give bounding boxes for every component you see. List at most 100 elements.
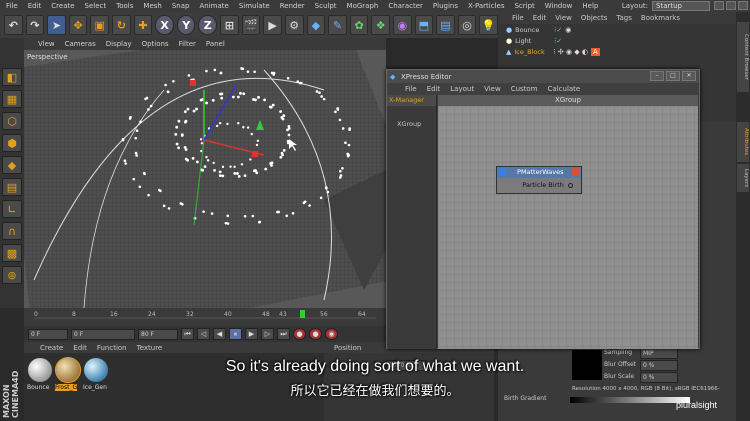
xpresso-menu-edit[interactable]: Edit xyxy=(427,85,441,93)
next-key-icon[interactable]: ▷ xyxy=(261,328,274,340)
material-menu-edit[interactable]: Edit xyxy=(73,344,87,352)
viewport-menu-filter[interactable]: Filter xyxy=(179,40,196,48)
xpresso-menu-file[interactable]: File xyxy=(405,85,417,93)
axis-z-button[interactable]: Z xyxy=(198,15,218,35)
workplane-icon[interactable]: ▩ xyxy=(2,244,22,262)
menu-tools[interactable]: Tools xyxy=(116,2,133,10)
object-row-ice-block[interactable]: ▲ Ice_Block ⁝ ✣ ◉ ◆ ◐ A xyxy=(498,46,736,57)
menu-create[interactable]: Create xyxy=(51,2,74,10)
menu-select[interactable]: Select xyxy=(85,2,107,10)
port-connector-icon[interactable] xyxy=(568,182,573,188)
visibility-check-icon[interactable]: ⁝✓ xyxy=(554,37,562,45)
subdivision-icon[interactable]: ✿ xyxy=(349,15,369,35)
viewport-menu-panel[interactable]: Panel xyxy=(206,40,225,48)
xpresso-menu-layout[interactable]: Layout xyxy=(450,85,474,93)
xpresso-maximize-button[interactable]: □ xyxy=(666,71,680,81)
start-frame-field[interactable]: 0 F xyxy=(28,328,68,340)
points-mode-icon[interactable]: ⬡ xyxy=(2,112,22,130)
menu-simulate[interactable]: Simulate xyxy=(239,2,270,10)
render-region-icon[interactable]: 🎬 xyxy=(241,15,261,35)
axis-y-button[interactable]: Y xyxy=(176,15,196,35)
edges-mode-icon[interactable]: ⬢ xyxy=(2,134,22,152)
checker-icon[interactable]: ▦ xyxy=(2,90,22,108)
record-icon[interactable]: ● xyxy=(293,328,306,340)
viewport-menu-cameras[interactable]: Cameras xyxy=(65,40,96,48)
objects-menu-bookmarks[interactable]: Bookmarks xyxy=(641,14,680,22)
keyframe-selection-icon[interactable]: ◉ xyxy=(325,328,338,340)
model-mode-icon[interactable]: ▤ xyxy=(2,178,22,196)
xpresso-close-button[interactable]: ✕ xyxy=(682,71,696,81)
autokey-icon[interactable]: ● xyxy=(309,328,322,340)
menu-animate[interactable]: Animate xyxy=(199,2,228,10)
render-view-icon[interactable]: ▶ xyxy=(263,15,282,35)
objects-menu-edit[interactable]: Edit xyxy=(533,14,547,22)
tag-row-icon[interactable]: ⁝ ✣ ◉ ◆ ◐ xyxy=(553,48,588,56)
perspective-viewport[interactable]: Perspective xyxy=(24,50,386,308)
undo-icon[interactable]: ↶ xyxy=(4,15,23,35)
object-row-bounce[interactable]: ● Bounce ⁝✓ ◉ xyxy=(498,24,736,35)
snap-icon[interactable]: ⊛ xyxy=(2,266,22,284)
particle-birth-port[interactable]: Particle Birth xyxy=(497,178,581,192)
viewport-menu-display[interactable]: Display xyxy=(106,40,132,48)
xmanager-tree-item[interactable]: XGroup xyxy=(387,106,436,128)
objects-menu-tags[interactable]: Tags xyxy=(616,14,632,22)
menu-help[interactable]: Help xyxy=(582,2,598,10)
menu-plugins[interactable]: Plugins xyxy=(433,2,458,10)
deformer-icon[interactable]: ◉ xyxy=(392,15,412,35)
pmatterwaves-node[interactable]: PMatterWaves Particle Birth xyxy=(496,166,582,194)
viewport-menu-options[interactable]: Options xyxy=(142,40,169,48)
visibility-check-icon[interactable]: ⁝✓ xyxy=(554,26,562,34)
menu-file[interactable]: File xyxy=(6,2,18,10)
prev-frame-icon[interactable]: ◀ xyxy=(213,328,226,340)
xpresso-menu-calculate[interactable]: Calculate xyxy=(548,85,581,93)
go-to-start-icon[interactable]: ⏮ xyxy=(181,328,194,340)
tab-content-browser[interactable]: Content Browser xyxy=(737,22,749,92)
cube-icon[interactable]: ◆ xyxy=(306,15,326,35)
menu-snap[interactable]: Snap xyxy=(172,2,190,10)
prev-key-icon[interactable]: ◁ xyxy=(197,328,210,340)
xpresso-node-graph[interactable]: PMatterWaves Particle Birth xyxy=(438,106,698,349)
menu-mograph[interactable]: MoGraph xyxy=(347,2,379,10)
viewport-menu-view[interactable]: View xyxy=(38,40,55,48)
scale-icon[interactable]: ▣ xyxy=(90,15,110,35)
timeline-ruler[interactable]: 0 8 16 24 32 40 48 56 64 43 xyxy=(24,308,386,326)
xpresso-menu-custom[interactable]: Custom xyxy=(511,85,538,93)
xpresso-menu-view[interactable]: View xyxy=(484,85,501,93)
app-maximize-button[interactable] xyxy=(726,1,736,10)
material-menu-create[interactable]: Create xyxy=(40,344,63,352)
light-icon[interactable]: 💡 xyxy=(479,15,499,35)
menu-script[interactable]: Script xyxy=(514,2,534,10)
current-frame-marker[interactable] xyxy=(300,310,305,318)
layout-dropdown[interactable]: Startup xyxy=(652,1,710,11)
move-icon[interactable]: ✥ xyxy=(68,15,88,35)
max-frame-field[interactable]: 80 F xyxy=(138,328,178,340)
cloner-icon[interactable]: ❖ xyxy=(371,15,390,35)
xpresso-titlebar[interactable]: ◆ XPresso Editor – □ ✕ xyxy=(387,70,699,83)
tab-layers[interactable]: Layers xyxy=(737,164,749,192)
material-menu-function[interactable]: Function xyxy=(97,344,127,352)
node-input-port[interactable] xyxy=(498,168,506,176)
menu-mesh[interactable]: Mesh xyxy=(143,2,161,10)
min-frame-field[interactable]: 0 F xyxy=(71,328,135,340)
menu-edit[interactable]: Edit xyxy=(28,2,42,10)
axis-x-button[interactable]: X xyxy=(155,15,174,35)
objects-menu-objects[interactable]: Objects xyxy=(581,14,607,22)
pen-icon[interactable]: ✎ xyxy=(328,15,347,35)
pause-icon[interactable]: ⏸ xyxy=(229,328,242,340)
menu-x-particles[interactable]: X-Particles xyxy=(468,2,504,10)
menu-render[interactable]: Render xyxy=(280,2,305,10)
rotate-icon[interactable]: ↻ xyxy=(112,15,131,35)
objects-menu-view[interactable]: View xyxy=(555,14,572,22)
floor-icon[interactable]: ▤ xyxy=(436,15,455,35)
menu-window[interactable]: Window xyxy=(545,2,573,10)
next-frame-icon[interactable]: ▶ xyxy=(245,328,258,340)
coordinate-system-icon[interactable]: ⊞ xyxy=(220,15,239,35)
render-settings-icon[interactable]: ⚙ xyxy=(284,15,304,35)
axis-mode-icon[interactable]: ∟ xyxy=(2,200,22,218)
app-minimize-button[interactable] xyxy=(714,1,724,10)
xpresso-minimize-button[interactable]: – xyxy=(650,71,664,81)
app-close-button[interactable] xyxy=(738,1,748,10)
tag-a-icon[interactable]: A xyxy=(590,47,600,56)
menu-sculpt[interactable]: Sculpt xyxy=(315,2,337,10)
redo-icon[interactable]: ↷ xyxy=(25,15,45,35)
